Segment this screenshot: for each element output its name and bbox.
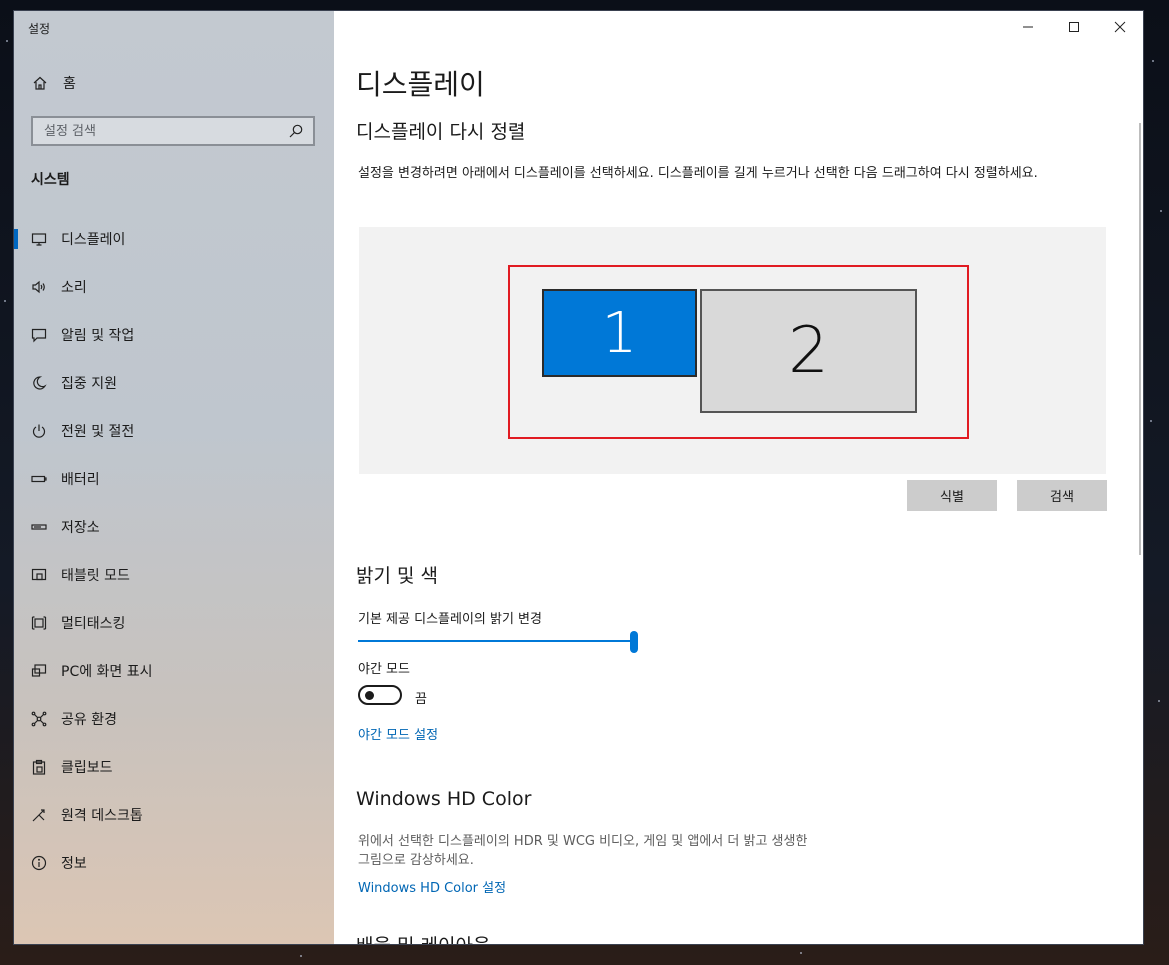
- home-link[interactable]: 홈: [14, 67, 334, 99]
- night-light-toggle[interactable]: [358, 685, 402, 705]
- identify-button[interactable]: 식별: [907, 480, 997, 511]
- sidebar-item-focus-assist[interactable]: 집중 지원: [14, 359, 334, 407]
- sidebar-item-about[interactable]: 정보: [14, 839, 334, 887]
- tablet-icon: [30, 567, 48, 583]
- monitor-icon: [30, 231, 48, 247]
- settings-window: 설정 홈 시스템 디스플레이 소리 알림 및: [14, 11, 1143, 944]
- speaker-icon: [30, 279, 48, 295]
- battery-icon: [30, 471, 48, 487]
- sidebar-item-label: 클립보드: [61, 760, 113, 776]
- scrollbar[interactable]: [1139, 123, 1141, 555]
- close-button[interactable]: [1097, 11, 1143, 43]
- night-light-label: 야간 모드: [358, 662, 410, 677]
- multitasking-icon: [30, 615, 48, 631]
- info-icon: [30, 855, 48, 871]
- brightness-slider[interactable]: [358, 631, 638, 653]
- scale-layout-heading: 배율 및 레이아웃: [356, 931, 490, 944]
- window-title: 설정: [28, 22, 51, 36]
- sidebar-item-tablet-mode[interactable]: 태블릿 모드: [14, 551, 334, 599]
- search-input[interactable]: [42, 122, 287, 140]
- maximize-button[interactable]: [1051, 11, 1097, 43]
- section-title: 시스템: [31, 172, 70, 188]
- minimize-icon: [1023, 26, 1033, 28]
- hdr-heading: Windows HD Color: [356, 788, 532, 810]
- display-arrangement-area[interactable]: 1 2: [359, 227, 1106, 474]
- remote-desktop-icon: [30, 807, 48, 823]
- sidebar-item-label: 저장소: [61, 520, 100, 536]
- page-title: 디스플레이: [356, 68, 485, 101]
- monitor-2[interactable]: 2: [700, 289, 917, 413]
- search-icon[interactable]: [287, 123, 305, 139]
- night-light-state: 끔: [415, 692, 427, 707]
- sidebar-nav: 디스플레이 소리 알림 및 작업 집중 지원 전원 및 절전 배터리 저장소 태…: [14, 215, 334, 887]
- night-light-settings-link[interactable]: 야간 모드 설정: [358, 724, 438, 743]
- toggle-knob: [365, 691, 374, 700]
- sidebar-item-label: 디스플레이: [61, 232, 126, 248]
- main-content: 디스플레이 디스플레이 다시 정렬 설정을 변경하려면 아래에서 디스플레이를 …: [334, 11, 1143, 944]
- slider-track: [358, 640, 632, 642]
- sidebar-item-shared-experiences[interactable]: 공유 환경: [14, 695, 334, 743]
- sidebar-item-battery[interactable]: 배터리: [14, 455, 334, 503]
- sidebar-item-label: 공유 환경: [61, 712, 117, 728]
- sidebar-item-label: 배터리: [61, 472, 100, 488]
- maximize-icon: [1069, 22, 1079, 32]
- monitor-1[interactable]: 1: [542, 289, 697, 377]
- close-icon: [1114, 21, 1126, 33]
- sidebar-item-label: 소리: [61, 280, 87, 296]
- sidebar-item-multitasking[interactable]: 멀티태스킹: [14, 599, 334, 647]
- minimize-button[interactable]: [1005, 11, 1051, 43]
- share-icon: [30, 711, 48, 727]
- search-box[interactable]: [31, 116, 315, 146]
- sidebar-item-remote-desktop[interactable]: 원격 데스크톱: [14, 791, 334, 839]
- home-icon: [31, 75, 49, 91]
- moon-icon: [30, 375, 48, 391]
- sidebar-item-label: 원격 데스크톱: [61, 808, 143, 824]
- storage-icon: [30, 519, 48, 535]
- slider-thumb[interactable]: [630, 631, 638, 653]
- notification-icon: [30, 327, 48, 343]
- window-controls: [1005, 11, 1143, 43]
- sidebar-item-notifications[interactable]: 알림 및 작업: [14, 311, 334, 359]
- rearrange-heading: 디스플레이 다시 정렬: [356, 121, 526, 143]
- brightness-label: 기본 제공 디스플레이의 밝기 변경: [358, 612, 542, 627]
- sidebar-item-label: 전원 및 절전: [61, 424, 135, 440]
- detect-button[interactable]: 검색: [1017, 480, 1107, 511]
- sidebar-item-label: 멀티태스킹: [61, 616, 126, 632]
- sidebar-item-power[interactable]: 전원 및 절전: [14, 407, 334, 455]
- sidebar-item-label: 알림 및 작업: [61, 328, 135, 344]
- sidebar-item-sound[interactable]: 소리: [14, 263, 334, 311]
- sidebar-item-label: 태블릿 모드: [61, 568, 130, 584]
- sidebar-item-clipboard[interactable]: 클립보드: [14, 743, 334, 791]
- home-label: 홈: [63, 76, 76, 92]
- sidebar-item-label: 집중 지원: [61, 376, 117, 392]
- project-icon: [30, 663, 48, 679]
- sidebar-item-label: PC에 화면 표시: [61, 664, 153, 680]
- hdr-settings-link[interactable]: Windows HD Color 설정: [358, 877, 506, 896]
- sidebar-item-label: 정보: [61, 856, 87, 872]
- hdr-description: 위에서 선택한 디스플레이의 HDR 및 WCG 비디오, 게임 및 앱에서 더…: [358, 834, 808, 868]
- sidebar-item-storage[interactable]: 저장소: [14, 503, 334, 551]
- brightness-heading: 밝기 및 색: [356, 565, 438, 587]
- sidebar-item-display[interactable]: 디스플레이: [14, 215, 334, 263]
- power-icon: [30, 423, 48, 439]
- clipboard-icon: [30, 759, 48, 775]
- rearrange-description: 설정을 변경하려면 아래에서 디스플레이를 선택하세요. 디스플레이를 길게 누…: [358, 166, 1038, 181]
- sidebar: 설정 홈 시스템 디스플레이 소리 알림 및: [14, 11, 334, 944]
- sidebar-item-project[interactable]: PC에 화면 표시: [14, 647, 334, 695]
